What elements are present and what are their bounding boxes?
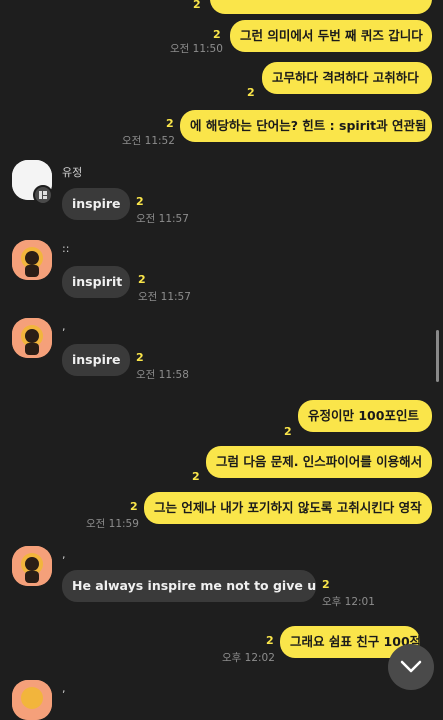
unread-count: 2 <box>166 117 174 130</box>
avatar[interactable] <box>12 680 52 720</box>
lion-character-icon <box>12 240 52 280</box>
sender-name: , <box>62 682 66 695</box>
other-message-bubble[interactable]: inspire <box>62 188 130 220</box>
chat-room: 2 그런 의미에서 두번 째 퀴즈 갑니다 2 오전 11:50 고무하다 격려… <box>0 0 443 720</box>
timestamp: 오전 11:58 <box>136 369 189 381</box>
scrollbar-thumb[interactable] <box>436 330 439 382</box>
profile-badge-icon <box>33 185 53 205</box>
other-message-bubble[interactable]: He always inspire me not to give up. <box>62 570 316 602</box>
timestamp: 오후 12:02 <box>222 652 275 664</box>
lion-character-icon <box>12 680 52 720</box>
scroll-to-bottom-button[interactable] <box>388 644 434 690</box>
unread-count: 2 <box>322 578 330 591</box>
timestamp: 오전 11:57 <box>138 291 191 303</box>
sender-name: , <box>62 548 66 561</box>
timestamp: 오전 11:50 <box>170 43 223 55</box>
unread-count: 2 <box>193 0 201 11</box>
unread-count: 2 <box>136 195 144 208</box>
sender-name: 유정 <box>62 166 83 179</box>
avatar[interactable] <box>12 318 52 358</box>
unread-count: 2 <box>136 351 144 364</box>
lion-character-icon <box>12 546 52 586</box>
unread-count: 2 <box>138 273 146 286</box>
my-message-bubble[interactable]: 그는 언제나 내가 포기하지 않도록 고취시킨다 영작 <box>144 492 432 524</box>
my-message-bubble[interactable]: 고무하다 격려하다 고취하다 <box>262 62 432 94</box>
other-message-bubble[interactable]: inspire <box>62 344 130 376</box>
my-message-bubble[interactable]: 그럼 다음 문제. 인스파이어를 이용해서 <box>206 446 432 478</box>
timestamp: 오후 12:01 <box>322 596 375 608</box>
timestamp: 오전 11:57 <box>136 213 189 225</box>
my-message-bubble[interactable]: 에 해당하는 단어는? 힌트 : spirit과 연관됨 <box>180 110 432 142</box>
my-message-bubble[interactable]: 그런 의미에서 두번 째 퀴즈 갑니다 <box>230 20 432 52</box>
sender-name: , <box>62 320 66 333</box>
unread-count: 2 <box>192 470 200 483</box>
other-message-bubble[interactable]: inspirit <box>62 266 130 298</box>
unread-count: 2 <box>266 634 274 647</box>
timestamp: 오전 11:59 <box>86 518 139 530</box>
timestamp: 오전 11:52 <box>122 135 175 147</box>
sender-name: :: <box>62 242 70 255</box>
avatar[interactable] <box>12 546 52 586</box>
unread-count: 2 <box>130 500 138 513</box>
my-message-bubble[interactable] <box>210 0 432 14</box>
my-message-bubble[interactable]: 유정이만 100포인트 <box>298 400 432 432</box>
unread-count: 2 <box>213 28 221 41</box>
unread-count: 2 <box>284 425 292 438</box>
lion-character-icon <box>12 318 52 358</box>
chevron-down-icon <box>400 660 422 673</box>
unread-count: 2 <box>247 86 255 99</box>
avatar[interactable] <box>12 240 52 280</box>
